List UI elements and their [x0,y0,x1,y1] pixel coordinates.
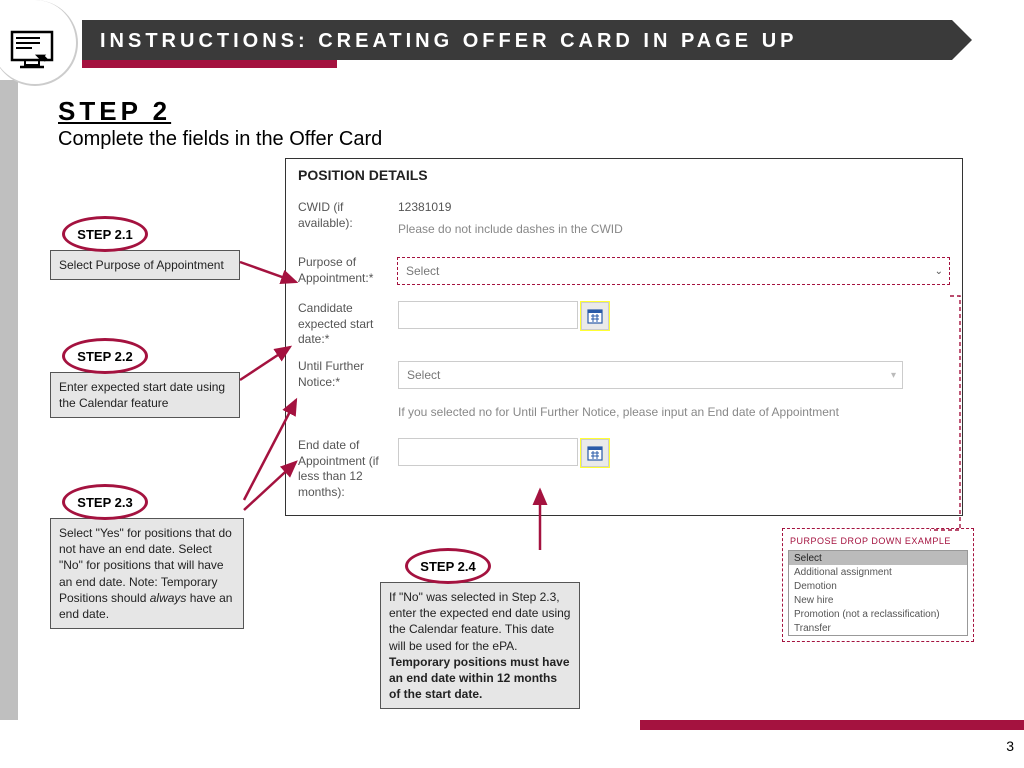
dropdown-item: New hire [789,593,967,607]
step-2-3-oval: STEP 2.3 [62,484,148,520]
logo-badge [0,0,78,86]
header-title: INSTRUCTIONS: CREATING OFFER CARD IN PAG… [82,20,952,63]
step-2-4-oval: STEP 2.4 [405,548,491,584]
end-date-row: End date of Appointment (if less than 12… [286,431,962,502]
dropdown-item: Promotion (not a reclassification) [789,607,967,621]
monitor-icon [10,30,54,70]
ufn-row: Until Further Notice:* Select ▾ [286,352,962,392]
ufn-note: If you selected no for Until Further Not… [398,399,950,429]
footer-accent-bar [640,720,1024,730]
step-2-2-callout: Enter expected start date using the Cale… [50,372,240,418]
dropdown-example-title: PURPOSE DROP DOWN EXAMPLE [788,534,968,550]
cwid-note: Please do not include dashes in the CWID [398,214,950,246]
step-number: STEP 2 [58,96,171,127]
step-2-2-oval: STEP 2.2 [62,338,148,374]
purpose-select-value: Select [406,264,439,278]
dropdown-item: Transfer [789,621,967,635]
ufn-select[interactable]: Select ▾ [398,361,903,389]
calendar-icon [587,445,603,461]
chevron-down-icon: ▾ [891,370,896,381]
step-2-1-oval: STEP 2.1 [62,216,148,252]
end-date-label: End date of Appointment (if less than 12… [298,433,398,500]
page-number: 3 [1006,738,1014,754]
dropdown-list: Select Additional assignment Demotion Ne… [788,550,968,636]
ufn-label: Until Further Notice:* [298,354,398,390]
header-underline [82,60,337,68]
start-date-label: Candidate expected start date:* [298,296,398,348]
ufn-select-value: Select [407,368,440,382]
left-margin-bar [0,80,18,720]
purpose-label: Purpose of Appointment:* [298,250,397,286]
header-bar: INSTRUCTIONS: CREATING OFFER CARD IN PAG… [82,20,952,60]
end-date-calendar-button[interactable] [581,439,609,467]
step-description: Complete the fields in the Offer Card [58,128,382,151]
calendar-icon [587,308,603,324]
end-date-input[interactable] [398,438,578,466]
chevron-down-icon: ⌄ [935,266,943,277]
form-section-title: POSITION DETAILS [286,159,962,193]
cwid-value: 12381019 [398,200,950,214]
purpose-select[interactable]: Select ⌄ [397,257,950,285]
dropdown-item: Additional assignment [789,565,967,579]
cwid-label: CWID (if available): [298,195,398,231]
dropdown-item: Select [789,551,967,565]
cwid-row: CWID (if available): 12381019 Please do … [286,193,962,248]
dropdown-example: PURPOSE DROP DOWN EXAMPLE Select Additio… [782,528,974,642]
ufn-note-row: If you selected no for Until Further Not… [286,392,962,431]
start-date-row: Candidate expected start date:* [286,294,962,350]
start-date-calendar-button[interactable] [581,302,609,330]
step-2-4-callout: If "No" was selected in Step 2.3, enter … [380,582,580,709]
purpose-row: Purpose of Appointment:* Select ⌄ [286,248,962,288]
dropdown-item: Demotion [789,579,967,593]
form-panel: POSITION DETAILS CWID (if available): 12… [285,158,963,516]
start-date-input[interactable] [398,301,578,329]
step-2-3-callout: Select "Yes" for positions that do not h… [50,518,244,629]
step-2-1-callout: Select Purpose of Appointment [50,250,240,280]
